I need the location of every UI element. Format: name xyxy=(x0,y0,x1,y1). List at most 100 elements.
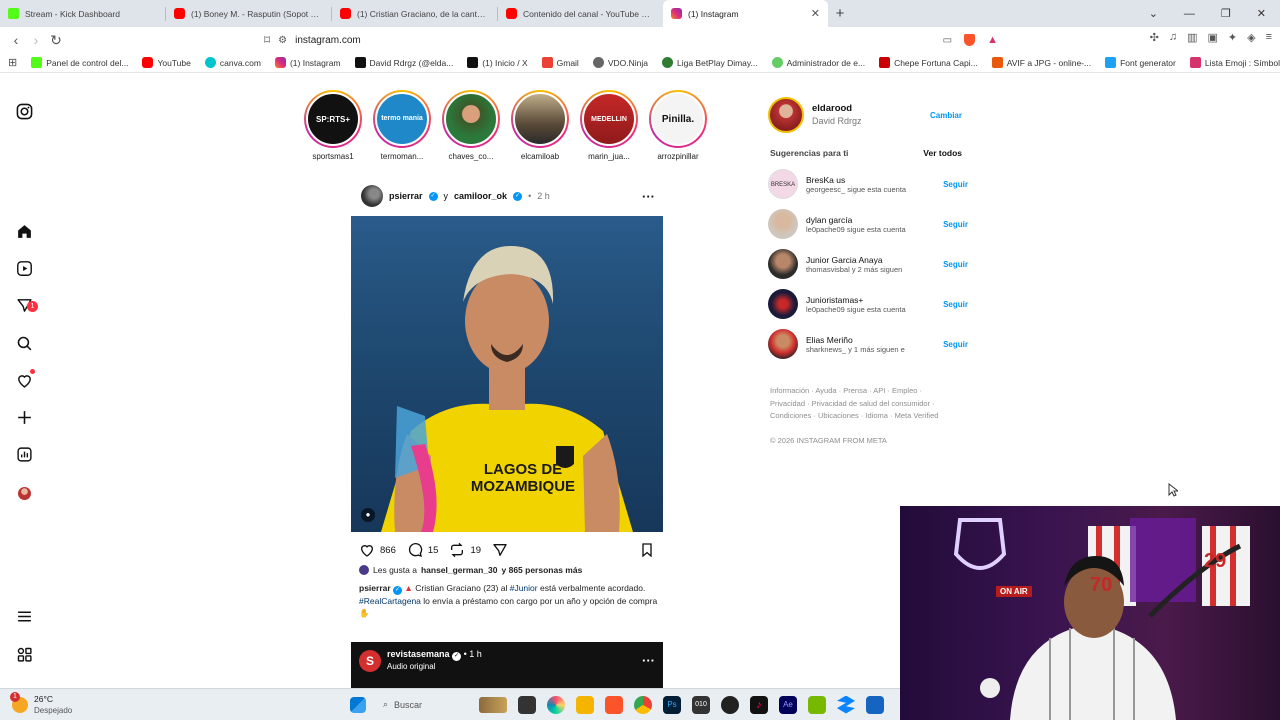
follow-button[interactable]: Seguir xyxy=(943,220,968,229)
story-item[interactable]: Pinilla. arrozpinillar xyxy=(648,90,708,161)
bookmark-item[interactable]: David Rdrgz (@elda... xyxy=(354,57,453,68)
new-tab-button[interactable]: + xyxy=(828,0,852,27)
forward-icon[interactable]: › xyxy=(26,32,46,48)
switch-account-button[interactable]: Cambiar xyxy=(930,111,962,120)
bookmark-item[interactable]: canva.com xyxy=(204,57,261,68)
after-effects-icon[interactable]: Ae xyxy=(779,695,797,714)
liked-by-user[interactable]: hansel_german_30 xyxy=(421,565,498,575)
file-explorer-icon[interactable] xyxy=(576,695,594,714)
bookmark-item[interactable]: YouTube xyxy=(142,57,191,68)
obs-icon[interactable] xyxy=(721,695,739,714)
search-icon[interactable] xyxy=(14,333,34,353)
share-icon[interactable] xyxy=(492,542,508,558)
maximize-icon[interactable]: ❐ xyxy=(1221,7,1231,20)
story-item[interactable]: termo mania termoman... xyxy=(372,90,432,161)
tiktok-icon[interactable]: ♪ xyxy=(750,695,768,714)
windows-start-icon[interactable] xyxy=(350,696,366,713)
bookmark-item[interactable]: VDO.Ninja xyxy=(592,57,648,68)
see-all-link[interactable]: Ver todos xyxy=(923,148,962,158)
app-icon[interactable] xyxy=(866,695,884,714)
more-menu-icon[interactable] xyxy=(14,606,34,626)
profile-avatar[interactable] xyxy=(768,97,804,133)
tab-search-icon[interactable]: ⌄ xyxy=(1149,7,1158,20)
story-item[interactable]: MEDELLIN marin_jua... xyxy=(579,90,639,161)
suggestion-avatar[interactable] xyxy=(768,289,798,319)
bookmark-item[interactable]: Administrador de e... xyxy=(771,57,865,68)
repost-icon[interactable] xyxy=(449,542,465,558)
suggestion-name[interactable]: dylan garcía xyxy=(806,215,935,225)
create-plus-icon[interactable] xyxy=(14,407,34,427)
suggestion-name[interactable]: Junior Garcia Anaya xyxy=(806,255,935,265)
close-window-icon[interactable]: ✕ xyxy=(1257,7,1266,20)
wallet-icon[interactable]: ▣ xyxy=(1207,31,1217,44)
suggestion-avatar[interactable] xyxy=(768,329,798,359)
post-coauthor[interactable]: camiloor_ok xyxy=(454,191,507,201)
comment-count[interactable]: 15 xyxy=(428,545,439,556)
repost-count[interactable]: 19 xyxy=(470,545,481,556)
bookmark-page-icon[interactable]: ⌑ xyxy=(264,33,270,47)
leo-ai-icon[interactable]: ✦ xyxy=(1228,31,1237,44)
suggestion-name[interactable]: Junioristamas+ xyxy=(806,295,935,305)
bookmark-item[interactable]: Chepe Fortuna Capi... xyxy=(879,57,978,68)
menu-icon[interactable]: ≡ xyxy=(1266,31,1272,44)
brave-icon[interactable] xyxy=(605,695,623,714)
more-options-icon[interactable]: ··· xyxy=(642,653,655,668)
post-author-avatar[interactable]: S xyxy=(359,649,381,672)
bookmark-item[interactable]: (1) Inicio / X xyxy=(467,57,528,68)
taskbar-search[interactable]: ⌕ Buscar xyxy=(377,694,507,716)
suggestion-name[interactable]: Elias Meriño xyxy=(806,335,935,345)
chrome-icon[interactable] xyxy=(634,695,652,714)
browser-tab-active[interactable]: (1) Instagram ✕ xyxy=(663,0,828,27)
hashtag-link[interactable]: #RealCartagena xyxy=(359,596,421,606)
extensions-icon[interactable]: ✣ xyxy=(1150,31,1159,44)
browser-tab[interactable]: (1) Cristian Graciano, de la cantera al xyxy=(332,0,497,27)
bookmark-item[interactable]: Gmail xyxy=(541,57,579,68)
like-heart-icon[interactable] xyxy=(359,542,375,558)
instagram-logo-icon[interactable] xyxy=(14,101,34,121)
home-icon[interactable] xyxy=(14,221,34,241)
messages-icon[interactable]: 1 xyxy=(14,295,38,315)
suggestion-avatar[interactable]: BRESKA xyxy=(768,169,798,199)
back-icon[interactable]: ‹ xyxy=(6,32,26,48)
post-author[interactable]: psierrar xyxy=(389,191,423,201)
story-item[interactable]: elcamiloab xyxy=(510,90,570,161)
follow-button[interactable]: Seguir xyxy=(943,180,968,189)
follow-button[interactable]: Seguir xyxy=(943,340,968,349)
notifications-heart-icon[interactable] xyxy=(14,369,35,390)
tagged-users-icon[interactable]: ● xyxy=(361,508,375,522)
nvidia-icon[interactable] xyxy=(808,695,826,714)
comment-icon[interactable] xyxy=(407,542,423,558)
caption-author[interactable]: psierrar xyxy=(359,583,391,593)
bookmark-item[interactable]: Panel de control del... xyxy=(31,57,128,68)
suggestion-name[interactable]: BresKa us xyxy=(806,175,935,185)
profile-username[interactable]: eldarood xyxy=(812,102,922,115)
more-options-icon[interactable]: ··· xyxy=(642,189,655,204)
address-bar[interactable]: ⌑ ⚙ instagram.com ▭ ▲ xyxy=(254,29,998,51)
also-from-meta-icon[interactable] xyxy=(14,644,34,664)
minimize-icon[interactable]: — xyxy=(1184,8,1195,20)
story-item[interactable]: SP:RTS+ sportsmas1 xyxy=(303,90,363,161)
suggestion-avatar[interactable] xyxy=(768,249,798,279)
bookmark-item[interactable]: Liga BetPlay Dimay... xyxy=(661,57,758,68)
media-icon[interactable]: ♫ xyxy=(1169,31,1177,44)
hashtag-link[interactable]: #Junior xyxy=(510,583,538,593)
cast-icon[interactable]: ▭ xyxy=(943,35,952,46)
vpn-icon[interactable]: ◈ xyxy=(1247,31,1255,44)
sidebar-icon[interactable]: ▥ xyxy=(1187,31,1197,44)
bookmark-item[interactable]: (1) Instagram xyxy=(274,57,341,68)
streamlabs-icon[interactable] xyxy=(837,695,855,714)
post-author-avatar[interactable] xyxy=(361,185,383,207)
bookmark-item[interactable]: Font generator xyxy=(1105,57,1176,68)
browser-tab[interactable]: Stream - Kick Dashboard xyxy=(0,0,165,27)
browser-tab[interactable]: (1) Boney M. - Rasputin (Sopot Festi xyxy=(166,0,331,27)
bookmark-item[interactable]: Lista Emoji : Símbol... xyxy=(1189,57,1280,68)
audio-label[interactable]: Audio original xyxy=(387,661,482,673)
post-image[interactable]: LAGOS DE MOZAMBIQUE ● xyxy=(351,216,663,532)
post-author[interactable]: revistasemana xyxy=(387,649,450,659)
apps-grid-icon[interactable]: ⊞ xyxy=(8,56,17,69)
suggestion-avatar[interactable] xyxy=(768,209,798,239)
reload-icon[interactable]: ↻ xyxy=(46,32,66,49)
liked-by-others[interactable]: y 865 personas más xyxy=(502,565,583,575)
brave-shield-icon[interactable] xyxy=(964,34,976,46)
site-info-icon[interactable]: ⚙ xyxy=(278,35,287,46)
